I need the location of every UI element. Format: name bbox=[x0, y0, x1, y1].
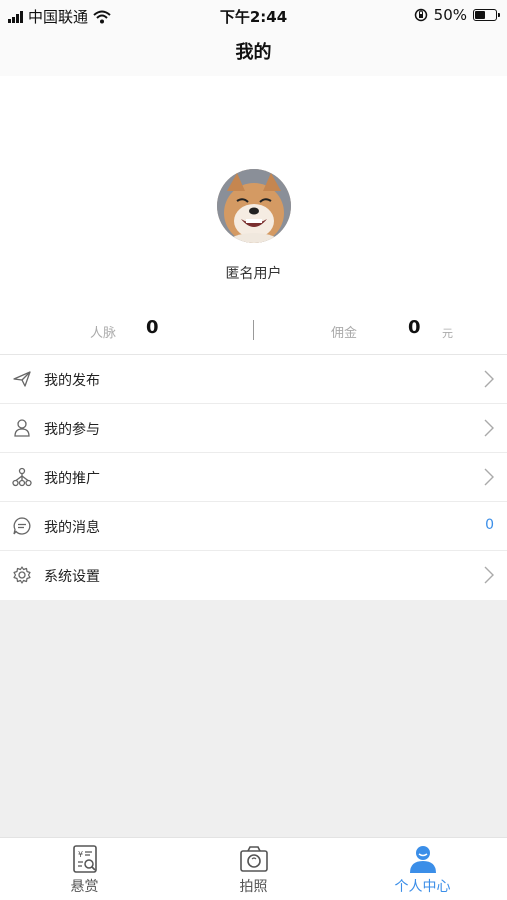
tab-camera[interactable]: 拍照 bbox=[169, 838, 338, 900]
user-center-icon bbox=[410, 846, 436, 873]
status-bar: 中国联通 下午2:44 50% bbox=[0, 0, 507, 30]
commission-label: 佣金 bbox=[331, 326, 358, 341]
person-icon bbox=[14, 419, 30, 437]
status-right: 50% bbox=[414, 6, 500, 24]
commission-unit: 元 bbox=[442, 327, 453, 340]
menu-label: 我的推广 bbox=[44, 471, 100, 487]
svg-text:¥: ¥ bbox=[78, 850, 83, 859]
battery-percent: 50% bbox=[433, 6, 467, 24]
tab-user-center[interactable]: 个人中心 bbox=[338, 838, 507, 900]
gear-icon bbox=[13, 566, 31, 584]
menu-item-settings[interactable]: 系统设置 bbox=[0, 551, 507, 599]
tab-label: 个人中心 bbox=[394, 879, 451, 895]
menu-label: 我的消息 bbox=[44, 520, 100, 536]
tab-bar: ¥ 悬赏 拍照 个人中心 bbox=[0, 837, 507, 900]
menu-item-my-promotion[interactable]: 我的推广 bbox=[0, 453, 507, 502]
menu-item-my-posts[interactable]: 我的发布 bbox=[0, 355, 507, 404]
connections-value: 0 bbox=[146, 317, 159, 338]
menu-item-my-participation[interactable]: 我的参与 bbox=[0, 404, 507, 453]
battery-icon bbox=[473, 9, 500, 21]
page-title: 我的 bbox=[0, 30, 507, 76]
reward-icon: ¥ bbox=[73, 845, 97, 873]
chevron-right-icon bbox=[484, 419, 494, 437]
menu-label: 系统设置 bbox=[44, 569, 100, 585]
commission-value: 0 bbox=[408, 317, 421, 338]
avatar[interactable] bbox=[217, 169, 291, 243]
tab-label: 拍照 bbox=[239, 879, 268, 895]
stats-row: 人脉 0 佣金 0 元 bbox=[0, 316, 507, 346]
menu-label: 我的参与 bbox=[44, 422, 100, 438]
connections-label: 人脉 bbox=[90, 326, 117, 341]
paper-plane-icon bbox=[13, 371, 31, 387]
profile-section: 匿名用户 人脉 0 佣金 0 元 我的发布 我的参与 我的推广 我的消息 0 系… bbox=[0, 76, 507, 600]
chevron-right-icon bbox=[484, 566, 494, 584]
menu-item-my-messages[interactable]: 我的消息 0 bbox=[0, 502, 507, 551]
menu-label: 我的发布 bbox=[44, 373, 100, 389]
chevron-right-icon bbox=[484, 370, 494, 388]
network-tree-icon bbox=[12, 467, 32, 487]
tab-reward[interactable]: ¥ 悬赏 bbox=[0, 838, 169, 900]
stats-divider bbox=[253, 320, 254, 340]
tab-label: 悬赏 bbox=[70, 879, 99, 895]
message-bubble-icon bbox=[13, 517, 31, 535]
message-count-badge: 0 bbox=[485, 517, 494, 533]
orientation-lock-icon bbox=[414, 8, 427, 22]
menu-list: 我的发布 我的参与 我的推广 我的消息 0 系统设置 bbox=[0, 354, 507, 599]
shiba-dog-avatar-icon bbox=[217, 169, 291, 243]
camera-icon bbox=[240, 846, 268, 872]
chevron-right-icon bbox=[484, 468, 494, 486]
username: 匿名用户 bbox=[225, 266, 282, 282]
